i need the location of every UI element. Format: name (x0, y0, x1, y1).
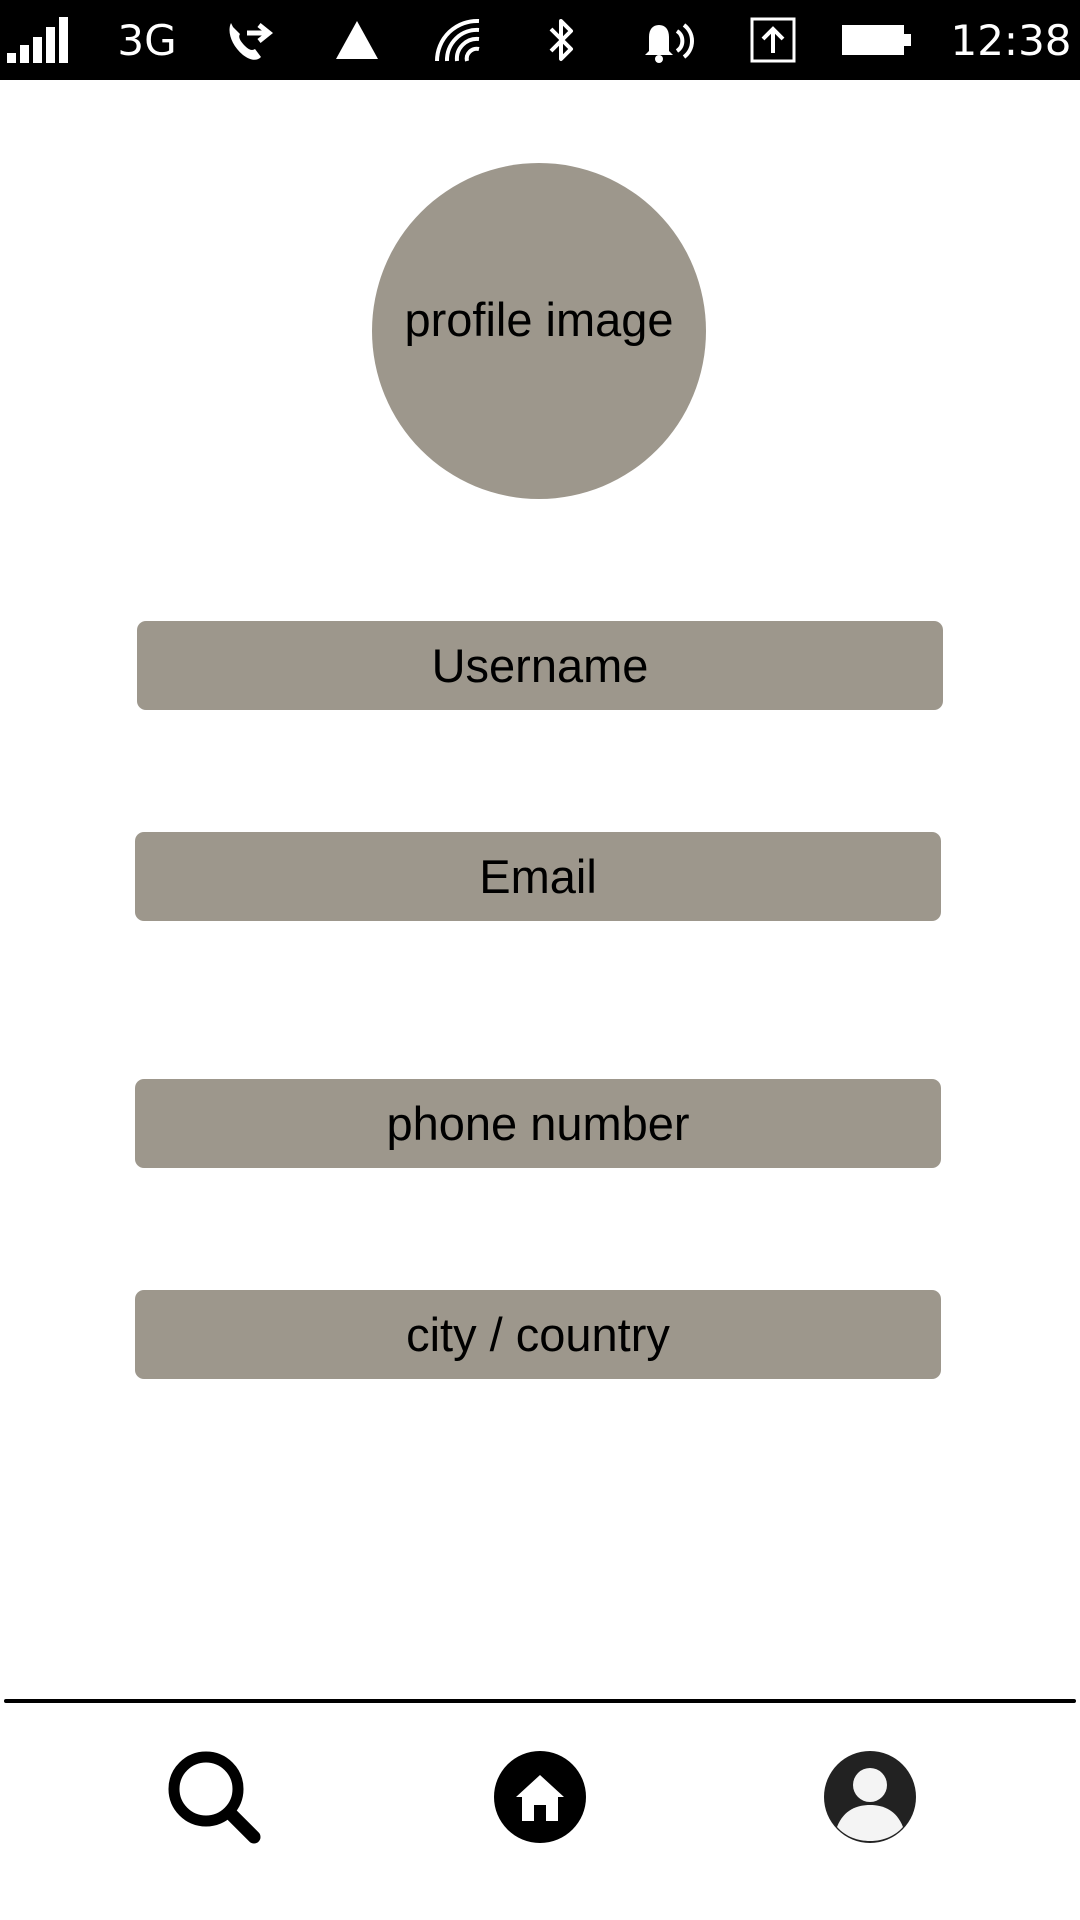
phone-number-field[interactable]: phone number (135, 1079, 941, 1168)
signal-strength-icon (6, 0, 76, 80)
phone-number-label: phone number (386, 1097, 690, 1150)
call-forwarding-icon (222, 0, 278, 80)
city-country-field[interactable]: city / country (135, 1290, 941, 1379)
network-type-label: 3G (117, 15, 177, 65)
profile-image[interactable]: profile image (372, 163, 706, 499)
status-time: 12:38 (950, 15, 1072, 65)
city-country-label: city / country (406, 1308, 670, 1361)
home-icon (494, 1751, 586, 1843)
battery-icon (842, 0, 912, 80)
bluetooth-icon (542, 0, 582, 80)
email-field[interactable]: Email (135, 832, 941, 921)
username-label: Username (431, 639, 649, 692)
upload-icon (748, 0, 798, 80)
profile-image-label: profile image (404, 292, 674, 346)
bottom-nav-divider (4, 1699, 1076, 1703)
profile-nav-button[interactable] (822, 1749, 918, 1845)
email-label: Email (479, 850, 597, 903)
profile-icon (824, 1751, 916, 1843)
username-field[interactable]: Username (137, 621, 943, 710)
wifi-icon (430, 0, 486, 80)
status-bar: 3G 12:38 (0, 0, 1080, 80)
search-icon (168, 1751, 261, 1844)
search-nav-button[interactable] (166, 1749, 262, 1845)
ringer-volume-icon (640, 0, 696, 80)
alert-triangle-icon (330, 0, 384, 80)
profile-screen: 3G 12:38 profile image Username Email ph… (0, 0, 1080, 1920)
home-nav-button[interactable] (492, 1749, 588, 1845)
